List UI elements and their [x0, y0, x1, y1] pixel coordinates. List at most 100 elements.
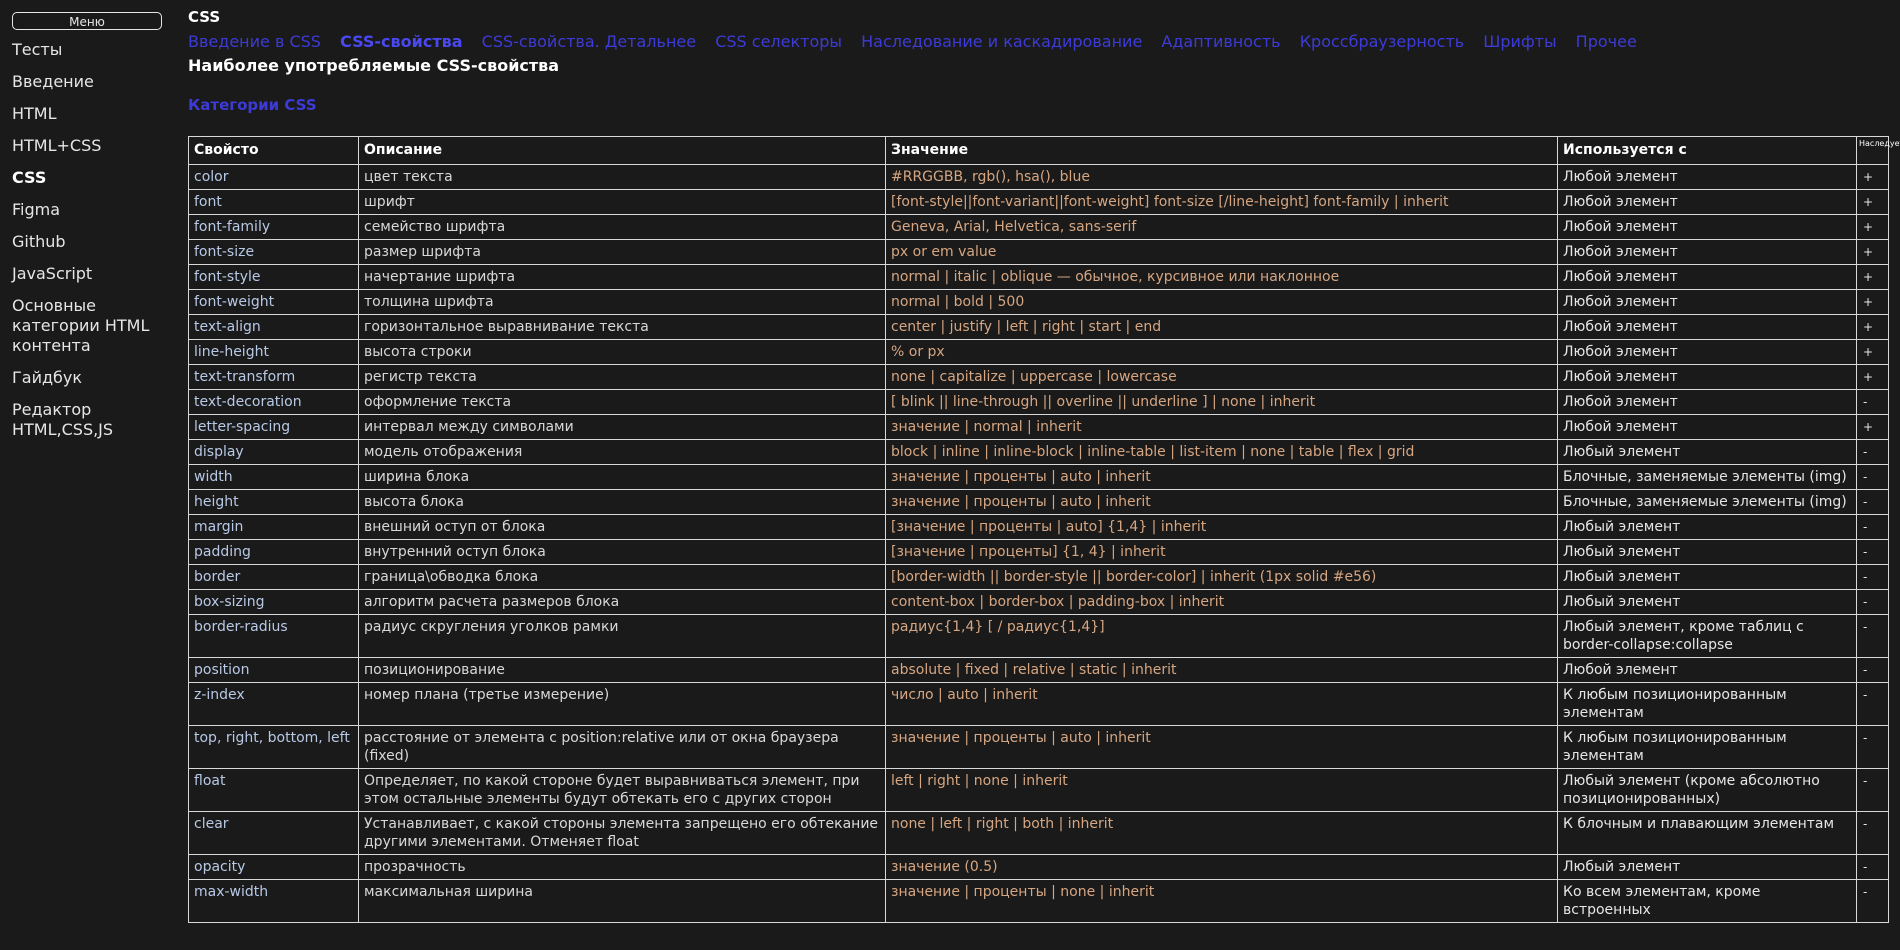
column-header-inherited: Наследуется [1856, 136, 1900, 165]
table-body: color цвет текста #RRGGBB, rgb(), hsa(), b… [188, 164, 1889, 923]
cell-value: none | capitalize | uppercase | lowercas… [885, 364, 1558, 390]
cell-inherited: + [1856, 164, 1889, 190]
tab-responsive[interactable]: Адаптивность [1161, 32, 1280, 51]
cell-used-with: Любой элемент [1557, 389, 1857, 415]
cell-used-with: К любым позиционированным элементам [1557, 682, 1857, 726]
table-row: max-width максимальная ширина значение | п… [188, 879, 1889, 923]
cell-property: position [188, 657, 359, 683]
cell-description: внешний оступ от блока [358, 514, 886, 540]
cell-property: z-index [188, 682, 359, 726]
tab-inheritance-cascade[interactable]: Наследование и каскадирование [861, 32, 1142, 51]
sidebar-item-html-css[interactable]: HTML+CSS [12, 136, 172, 156]
tab-fonts[interactable]: Шрифты [1483, 32, 1556, 51]
cell-value: block | inline | inline-block | inline-t… [885, 439, 1558, 465]
cell-property: text-align [188, 314, 359, 340]
cell-property: border [188, 564, 359, 590]
cell-value: % or px [885, 339, 1558, 365]
cell-value: Geneva, Arial, Helvetica, sans-serif [885, 214, 1558, 240]
cell-inherited: + [1856, 314, 1889, 340]
sidebar-item-javascript[interactable]: JavaScript [12, 264, 172, 284]
cell-used-with: Любой элемент [1557, 214, 1857, 240]
tab-intro-css[interactable]: Введение в CSS [188, 32, 321, 51]
table-row: clear Устанавливает, с какой стороны элем… [188, 811, 1889, 855]
tab-crossbrowser[interactable]: Кроссбраузерность [1300, 32, 1465, 51]
cell-value: число | auto | inherit [885, 682, 1558, 726]
css-categories-link[interactable]: Категории CSS [188, 96, 317, 114]
cell-value: content-box | border-box | padding-box |… [885, 589, 1558, 615]
table-row: font шрифт [font-style||font-variant||font… [188, 189, 1889, 215]
cell-inherited: - [1856, 725, 1889, 769]
cell-used-with: Любый элемент, кроме таблиц с border-col… [1557, 614, 1857, 658]
cell-description: алгоритм расчета размеров блока [358, 589, 886, 615]
sidebar-item-guidebook[interactable]: Гайдбук [12, 368, 172, 388]
cell-used-with: Любой элемент [1557, 314, 1857, 340]
cell-used-with: Любый элемент [1557, 514, 1857, 540]
tab-css-properties[interactable]: CSS-свойства [340, 32, 463, 51]
sidebar-item-github[interactable]: Github [12, 232, 172, 252]
cell-value: значение | проценты | none | inherit [885, 879, 1558, 923]
cell-description: радиус скругления уголков рамки [358, 614, 886, 658]
sidebar-item-intro[interactable]: Введение [12, 72, 172, 92]
cell-inherited: - [1856, 439, 1889, 465]
cell-inherited: - [1856, 614, 1889, 658]
sidebar-item-html[interactable]: HTML [12, 104, 172, 124]
cell-value: [ blink || line-through || overline || u… [885, 389, 1558, 415]
cell-value: радиус{1,4} [ / радиус{1,4}] [885, 614, 1558, 658]
cell-property: font-family [188, 214, 359, 240]
cell-description: интервал между символами [358, 414, 886, 440]
cell-property: top, right, bottom, left [188, 725, 359, 769]
cell-used-with: Любый элемент [1557, 854, 1857, 880]
cell-inherited: - [1856, 682, 1889, 726]
table-row: z-index номер плана (третье измерение) чис… [188, 682, 1889, 726]
sidebar-item-html-content-categories[interactable]: Основные категории HTML контента [12, 296, 172, 356]
table-row: position позиционирование absolute | fixed… [188, 657, 1889, 683]
cell-property: float [188, 768, 359, 812]
cell-property: font-style [188, 264, 359, 290]
cell-inherited: - [1856, 589, 1889, 615]
cell-property: clear [188, 811, 359, 855]
table-row: display модель отображения block | inline … [188, 439, 1889, 465]
cell-inherited: + [1856, 289, 1889, 315]
cell-used-with: Блочные, заменяемые элементы (img) [1557, 489, 1857, 515]
cell-description: расстояние от элемента с position:relati… [358, 725, 886, 769]
table-row: letter-spacing интервал между символами зн… [188, 414, 1889, 440]
cell-description: граница\обводка блока [358, 564, 886, 590]
sidebar-item-css[interactable]: CSS [12, 168, 172, 188]
cell-property: opacity [188, 854, 359, 880]
cell-inherited: - [1856, 879, 1889, 923]
tab-css-selectors[interactable]: CSS селекторы [715, 32, 842, 51]
cell-inherited: + [1856, 414, 1889, 440]
cell-used-with: Любой элемент [1557, 164, 1857, 190]
cell-used-with: Любый элемент [1557, 439, 1857, 465]
cell-description: шрифт [358, 189, 886, 215]
cell-property: border-radius [188, 614, 359, 658]
css-properties-table: Свойсто Описание Значение Используется с… [188, 136, 1900, 923]
cell-description: ширина блока [358, 464, 886, 490]
cell-value: значение | проценты | auto | inherit [885, 725, 1558, 769]
cell-value: absolute | fixed | relative | static | i… [885, 657, 1558, 683]
tab-css-properties-detailed[interactable]: CSS-свойства. Детальнее [482, 32, 696, 51]
cell-inherited: - [1856, 811, 1889, 855]
sidebar-nav: Тесты Введение HTML HTML+CSS CSS Figma G… [12, 40, 172, 452]
sidebar-item-editor[interactable]: Редактор HTML,CSS,JS [12, 400, 172, 440]
cell-description: толщина шрифта [358, 289, 886, 315]
tab-other[interactable]: Прочее [1576, 32, 1637, 51]
cell-description: размер шрифта [358, 239, 886, 265]
cell-property: display [188, 439, 359, 465]
section-heading: Наиболее употребляемые CSS-свойства [188, 56, 560, 75]
cell-value: none | left | right | both | inherit [885, 811, 1558, 855]
cell-inherited: - [1856, 489, 1889, 515]
sidebar-item-figma[interactable]: Figma [12, 200, 172, 220]
cell-description: внутренний оступ блока [358, 539, 886, 565]
cell-used-with: Любый элемент (кроме абсолютно позициони… [1557, 768, 1857, 812]
table-header-row: Свойсто Описание Значение Используется с… [188, 136, 1900, 165]
cell-inherited: + [1856, 264, 1889, 290]
menu-button[interactable]: Меню [12, 12, 162, 30]
cell-used-with: Любой элемент [1557, 657, 1857, 683]
cell-description: позиционирование [358, 657, 886, 683]
cell-property: margin [188, 514, 359, 540]
cell-description: регистр текста [358, 364, 886, 390]
cell-description: Определяет, по какой стороне будет вырав… [358, 768, 886, 812]
table-row: text-decoration оформление текста[ blink … [188, 389, 1889, 415]
sidebar-item-tests[interactable]: Тесты [12, 40, 172, 60]
